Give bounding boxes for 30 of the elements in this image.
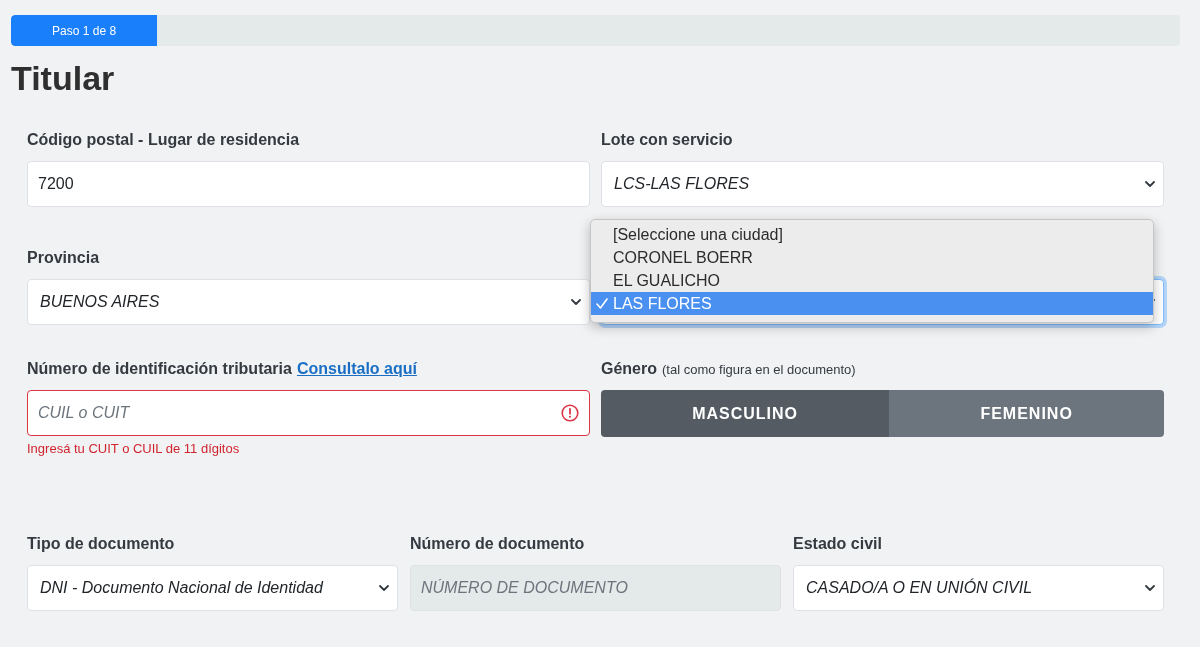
select-field[interactable]: DNI - Documento Nacional de Identidad	[27, 565, 398, 611]
page-title: Titular	[11, 58, 115, 98]
dropdown-option[interactable]: [Seleccione una ciudad]	[591, 223, 1153, 246]
select-field[interactable]: CASADO/A O EN UNIÓN CIVIL	[793, 565, 1164, 611]
dropdown-option[interactable]: EL GUALICHO	[591, 269, 1153, 292]
input-field[interactable]: 7200	[27, 161, 590, 207]
error-message: Ingresá tu CUIT o CUIL de 11 dígitos	[27, 441, 240, 457]
field-label: Número de documento	[410, 534, 585, 554]
field-label: Lote con servicio	[601, 130, 733, 150]
chevron-down-icon	[1145, 585, 1155, 591]
select-field[interactable]: LCS-LAS FLORES	[601, 161, 1164, 207]
progress-label: Paso 1 de 8	[52, 22, 117, 40]
check-icon	[596, 298, 608, 309]
field-label: Género	[601, 359, 657, 379]
gender-option-button[interactable]: MASCULINO	[601, 390, 890, 437]
dropdown-option[interactable]: CORONEL BOERR	[591, 246, 1153, 269]
field-label: Provincia	[27, 248, 100, 268]
chevron-down-icon	[571, 299, 581, 305]
lookup-link[interactable]: Consultalo aquí	[296, 357, 417, 381]
field-hint: (tal como figura en el documento)	[662, 361, 856, 379]
chevron-down-icon	[1145, 181, 1155, 187]
chevron-down-icon	[379, 585, 389, 591]
error-icon	[561, 404, 579, 422]
input-field[interactable]: CUIL o CUIT	[27, 390, 590, 436]
field-label: Tipo de documento	[27, 534, 175, 554]
select-field[interactable]: BUENOS AIRES	[27, 279, 590, 325]
gender-option-button[interactable]: FEMENINO	[889, 390, 1164, 437]
field-label: Estado civil	[793, 534, 882, 554]
field-label: Número de identificación tributaria	[27, 359, 292, 379]
field-label: Código postal - Lugar de residencia	[27, 130, 300, 150]
